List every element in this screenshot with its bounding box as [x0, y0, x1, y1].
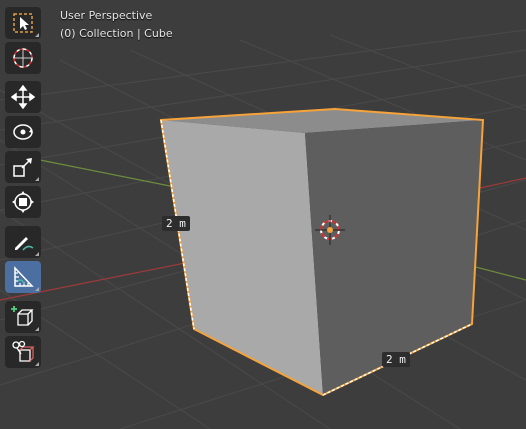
rotate-tool[interactable]: [5, 116, 41, 148]
annotate-icon: [15, 237, 34, 251]
rotate-icon: [13, 124, 33, 140]
snap-tool[interactable]: [5, 336, 41, 368]
add-cube-tool[interactable]: [5, 301, 41, 333]
left-edge-measurement: 2 m: [162, 216, 190, 231]
measure-icon: [14, 266, 34, 287]
move-icon: [11, 85, 35, 109]
cursor-icon: [13, 48, 33, 68]
annotate-tool[interactable]: [5, 226, 41, 258]
add-cube-icon: [11, 306, 34, 326]
bottom-edge-measurement: 2 m: [382, 352, 410, 367]
view-name: User Perspective: [60, 9, 153, 22]
viewport-scene[interactable]: [0, 0, 526, 429]
select-box-icon: [13, 13, 33, 33]
cursor-tool[interactable]: [5, 42, 41, 74]
move-tool[interactable]: [5, 81, 41, 113]
scale-tool[interactable]: [5, 151, 41, 183]
collection-info: (0) Collection | Cube: [60, 27, 173, 40]
select-box-tool[interactable]: [5, 7, 41, 39]
transform-tool[interactable]: [5, 186, 41, 218]
transform-icon: [12, 191, 34, 213]
3d-viewport[interactable]: User Perspective (0) Collection | Cube 2…: [0, 0, 526, 429]
snap-icon: [12, 340, 35, 362]
measure-tool[interactable]: [5, 261, 41, 293]
scale-icon: [13, 158, 32, 177]
cube-object[interactable]: [159, 107, 485, 397]
